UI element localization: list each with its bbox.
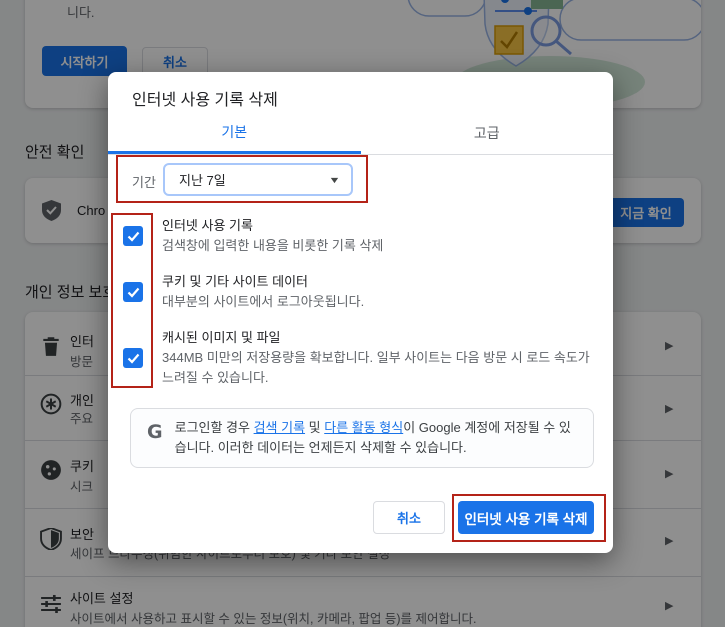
checkbox-row-cached-files: 캐시된 이미지 및 파일 344MB 미만의 저장용량을 확보합니다. 일부 사…	[123, 328, 598, 388]
notice-text-before: 로그인할 경우	[174, 420, 254, 435]
checkbox-title: 캐시된 이미지 및 파일	[162, 330, 281, 345]
browsing-history-checkbox[interactable]	[123, 226, 143, 246]
tab-basic[interactable]: 기본	[108, 112, 361, 154]
checkbox-title: 쿠키 및 기타 사이트 데이터	[162, 274, 309, 289]
cookies-checkbox[interactable]	[123, 282, 143, 302]
checkbox-desc: 검색창에 입력한 내용을 비롯한 기록 삭제	[162, 238, 384, 253]
dialog-title: 인터넷 사용 기록 삭제	[132, 92, 278, 109]
notice-text: 로그인할 경우 검색 기록 및 다른 활동 형식이 Google 계정에 저장될…	[175, 418, 579, 458]
clear-browsing-data-dialog: 인터넷 사용 기록 삭제 기본 고급 기간 지난 7일 ▼ 인터넷 사용 기록 …	[108, 72, 613, 553]
cached-files-checkbox[interactable]	[123, 348, 143, 368]
clear-data-button[interactable]: 인터넷 사용 기록 삭제	[458, 501, 594, 534]
checkmark-icon	[127, 353, 139, 364]
time-range-label: 기간	[132, 175, 156, 190]
checkmark-icon	[127, 231, 139, 242]
other-activity-link[interactable]: 다른 활동 형식	[324, 420, 403, 435]
dropdown-caret-icon: ▼	[328, 174, 341, 185]
tab-advanced[interactable]: 고급	[361, 112, 614, 154]
checkbox-row-cookies: 쿠키 및 기타 사이트 데이터 대부분의 사이트에서 로그아웃됩니다.	[123, 272, 598, 312]
time-range-select[interactable]: 지난 7일 ▼	[163, 163, 353, 196]
checkbox-title: 인터넷 사용 기록	[162, 218, 253, 233]
notice-text-mid: 및	[305, 420, 325, 435]
checkmark-icon	[127, 287, 139, 298]
dialog-tabs: 기본 고급	[108, 112, 613, 155]
search-history-link[interactable]: 검색 기록	[254, 420, 305, 435]
dialog-cancel-button[interactable]: 취소	[373, 501, 445, 534]
time-range-value: 지난 7일	[179, 173, 226, 188]
chrome-settings-screen: Chrome의 주요 개인 정보 보호 및 보안 제어 기능을 살펴봅 니다. …	[0, 0, 725, 627]
checkbox-desc: 대부분의 사이트에서 로그아웃됩니다.	[162, 294, 365, 309]
google-account-notice: G 로그인할 경우 검색 기록 및 다른 활동 형식이 Google 계정에 저…	[130, 408, 594, 468]
checkbox-row-browsing-history: 인터넷 사용 기록 검색창에 입력한 내용을 비롯한 기록 삭제	[123, 216, 598, 256]
google-g-icon: G	[147, 421, 163, 443]
checkbox-desc: 344MB 미만의 저장용량을 확보합니다. 일부 사이트는 다음 방문 시 로…	[162, 350, 590, 385]
